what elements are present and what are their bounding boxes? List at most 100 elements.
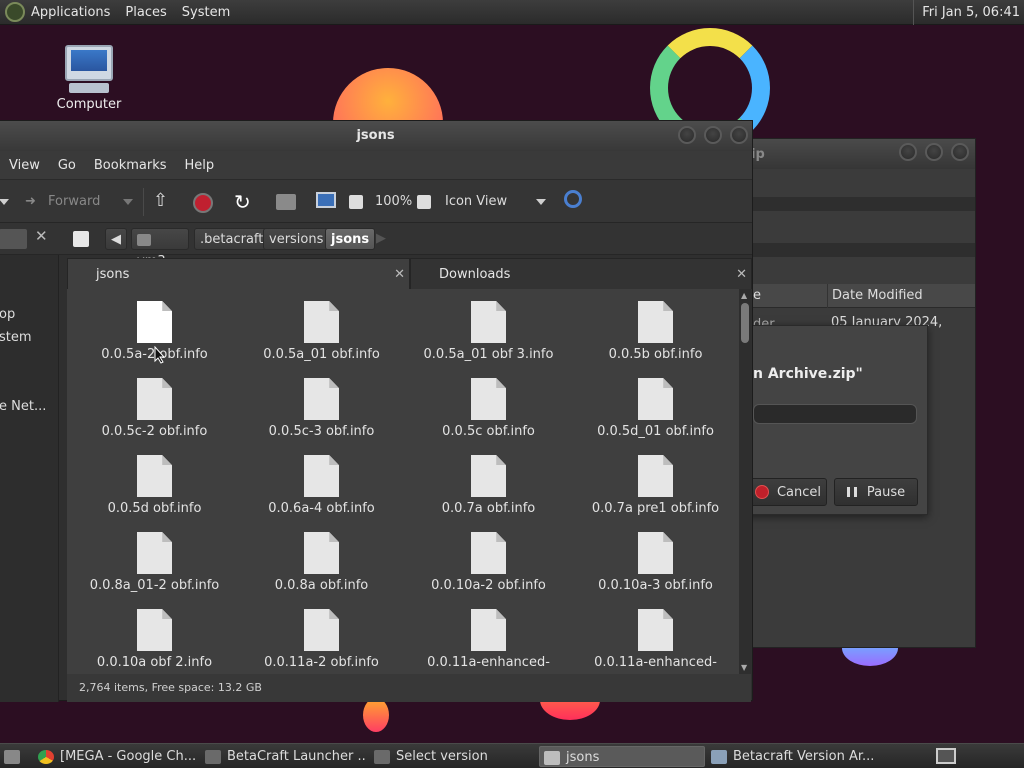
menu-applications[interactable]: Applications (31, 5, 110, 20)
close-icon[interactable]: ✕ (394, 259, 405, 290)
scroll-down-arrow-icon[interactable]: ▼ (741, 663, 747, 672)
file-item[interactable]: 0.0.5d obf.info (71, 455, 238, 532)
scroll-up-arrow-icon[interactable]: ▲ (741, 291, 747, 300)
distro-logo-icon[interactable] (5, 2, 25, 22)
minimize-button[interactable] (678, 126, 696, 144)
maximize-button[interactable] (704, 126, 722, 144)
computer-icon[interactable] (316, 192, 336, 208)
extract-progress-dialog[interactable]: n Archive.zip" Cancel Pause (740, 325, 928, 515)
task-betacraft-launcher[interactable]: BetaCraft Launcher ... (205, 746, 367, 767)
file-item[interactable]: 0.0.10a obf 2.info (71, 609, 238, 674)
file-item[interactable]: 0.0.7a obf.info (405, 455, 572, 532)
close-sidebar-icon[interactable]: ✕ (35, 227, 48, 245)
cancel-button[interactable]: Cancel (749, 478, 827, 506)
file-item[interactable]: 0.0.8a obf.info (238, 532, 405, 609)
file-item[interactable]: 0.0.5d_01 obf.info (572, 378, 739, 455)
task-betacraft-version-archive[interactable]: Betacraft Version Ar... (711, 746, 877, 767)
file-item[interactable]: 0.0.5a-2 obf.info (71, 301, 238, 378)
file-item[interactable]: 0.0.11a-2 obf.info (238, 609, 405, 674)
tab-downloads[interactable]: Downloads ✕ (410, 258, 752, 289)
scrollbar-thumb[interactable] (741, 303, 749, 343)
reload-icon[interactable]: ↻ (234, 192, 251, 212)
task-select-version[interactable]: Select version (374, 746, 534, 767)
breadcrumb-right-arrow[interactable]: ▶ (376, 231, 386, 246)
breadcrumb-jsons[interactable]: jsons (325, 228, 376, 250)
file-item[interactable]: 0.0.7a pre1 obf.info (572, 455, 739, 532)
file-icon (638, 378, 673, 420)
zoom-level[interactable]: 100% (375, 192, 412, 212)
file-item[interactable]: 0.0.10a-3 obf.info (572, 532, 739, 609)
task-label: jsons (566, 750, 600, 765)
menu-go[interactable]: Go (58, 158, 76, 173)
file-icon (137, 455, 172, 497)
file-name: 0.0.7a pre1 obf.info (591, 501, 720, 516)
file-item[interactable]: 0.0.11a-enhanced- (572, 609, 739, 674)
zoom-out-icon[interactable] (349, 195, 363, 209)
file-icon (304, 609, 339, 651)
file-item[interactable]: 0.0.10a-2 obf.info (405, 532, 572, 609)
file-item[interactable]: 0.0.5c obf.info (405, 378, 572, 455)
maximize-button[interactable] (925, 143, 943, 161)
close-icon[interactable]: ✕ (736, 259, 747, 290)
tab-jsons[interactable]: jsons ✕ (67, 258, 410, 289)
file-view[interactable]: 0.0.5a-2 obf.info 0.0.5a_01 obf.info 0.0.5… (67, 289, 739, 674)
file-manager-window[interactable]: jsons View Go Bookmarks Help ➜ Forward ⇧… (0, 120, 753, 702)
home-folder-icon (137, 233, 151, 246)
breadcrumb-left-arrow[interactable]: ◀ (105, 228, 127, 250)
view-mode-dropdown-icon[interactable] (536, 199, 546, 205)
sidebar-item-filesystem[interactable]: stem (0, 330, 32, 345)
desktop-icon-computer[interactable]: Computer (50, 45, 128, 112)
edit-location-icon[interactable] (73, 231, 89, 247)
back-dropdown-icon[interactable] (0, 199, 9, 205)
menu-bookmarks[interactable]: Bookmarks (94, 158, 167, 173)
file-icon (137, 609, 172, 651)
menu-places[interactable]: Places (125, 5, 166, 20)
sidebar-select[interactable] (0, 229, 27, 249)
home-icon[interactable] (276, 194, 296, 210)
file-item[interactable]: 0.0.5a_01 obf 3.info (405, 301, 572, 378)
file-item[interactable]: 0.0.5b obf.info (572, 301, 739, 378)
file-name: 0.0.5c obf.info (442, 424, 535, 439)
breadcrumb-versions[interactable]: versions (263, 228, 330, 250)
forward-button[interactable]: ➜ Forward (25, 192, 100, 212)
workspace-switcher[interactable] (936, 748, 956, 764)
file-item[interactable]: 0.0.5c-2 obf.info (71, 378, 238, 455)
sidebar-item-network[interactable]: e Net... (0, 399, 46, 414)
close-button[interactable] (951, 143, 969, 161)
search-icon[interactable] (564, 190, 582, 208)
task-mega-chrome[interactable]: [MEGA - Google Ch... (38, 746, 198, 767)
file-icon (304, 532, 339, 574)
file-item[interactable]: 0.0.6a-4 obf.info (238, 455, 405, 532)
stop-icon[interactable] (193, 193, 213, 213)
sidebar-item-desktop[interactable]: op (0, 307, 15, 322)
view-mode-select[interactable]: Icon View (445, 192, 507, 212)
up-icon[interactable]: ⇧ (153, 192, 168, 212)
file-icon (137, 378, 172, 420)
file-grid: 0.0.5a-2 obf.info 0.0.5a_01 obf.info 0.0.5… (71, 301, 739, 674)
vertical-scrollbar[interactable]: ▲ ▼ (739, 289, 751, 674)
file-item[interactable]: 0.0.5a_01 obf.info (238, 301, 405, 378)
column-name-header[interactable]: e (753, 284, 761, 308)
file-item[interactable]: 0.0.8a_01-2 obf.info (71, 532, 238, 609)
archive-window-titlebar[interactable]: ip (741, 139, 975, 169)
menu-system[interactable]: System (182, 5, 230, 20)
zoom-in-icon[interactable] (417, 195, 431, 209)
column-date-modified-header[interactable]: Date Modified (827, 284, 923, 308)
file-name: 0.0.7a obf.info (441, 501, 536, 516)
menu-view[interactable]: View (9, 158, 40, 173)
breadcrumb-vm3[interactable]: vm3 (131, 228, 189, 269)
minimize-button[interactable] (899, 143, 917, 161)
window-titlebar[interactable]: jsons (0, 121, 752, 151)
panel-clock[interactable]: Fri Jan 5, 06:41 (913, 0, 1020, 25)
file-name: 0.0.10a obf 2.info (96, 655, 213, 670)
file-item[interactable]: 0.0.11a-enhanced- (405, 609, 572, 674)
file-item[interactable]: 0.0.5c-3 obf.info (238, 378, 405, 455)
pause-button[interactable]: Pause (834, 478, 918, 506)
breadcrumb-betacraft[interactable]: .betacraft (194, 228, 270, 250)
file-icon (471, 532, 506, 574)
close-button[interactable] (730, 126, 748, 144)
forward-dropdown-icon[interactable] (123, 199, 133, 205)
show-desktop-button[interactable] (4, 746, 22, 767)
task-jsons[interactable]: jsons (539, 746, 705, 767)
menu-help[interactable]: Help (185, 158, 215, 173)
